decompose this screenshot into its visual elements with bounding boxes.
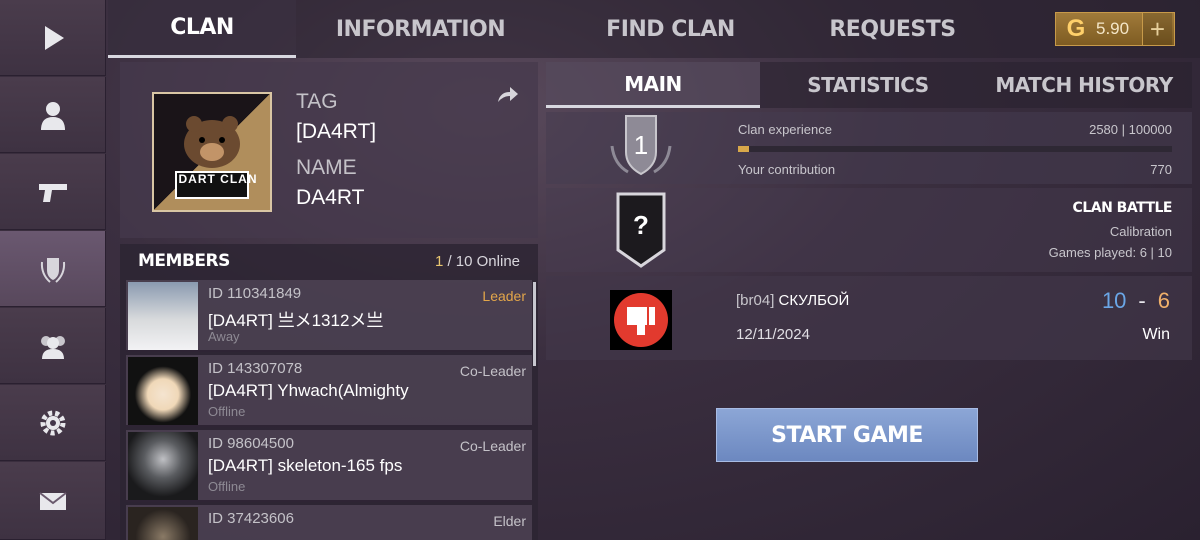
member-role: Elder xyxy=(493,513,526,529)
sidebar-item-settings[interactable] xyxy=(0,385,106,461)
opponent-name: СКУЛБОЙ xyxy=(778,292,850,309)
bear-emblem-icon xyxy=(175,116,249,199)
clan-info-panel: DART CLAN TAG [DA4RT] NAME DA4RT xyxy=(120,62,538,238)
sidebar-item-clan[interactable] xyxy=(0,231,106,307)
group-icon xyxy=(40,335,65,359)
members-title: MEMBERS xyxy=(138,251,230,271)
member-avatar xyxy=(128,507,198,540)
start-game-button[interactable]: START GAME xyxy=(716,408,978,462)
experience-progress-bar xyxy=(738,146,1172,152)
tab-requests[interactable]: REQUESTS xyxy=(780,0,1005,58)
sidebar xyxy=(0,0,106,540)
sidebar-item-friends[interactable] xyxy=(0,308,106,384)
level-shield-icon: 1 xyxy=(610,115,672,176)
clan-battle-games: Games played: 6 | 10 xyxy=(1048,245,1172,260)
name-label: NAME xyxy=(296,156,357,179)
currency-balance: G 5.90 + xyxy=(1055,12,1175,46)
experience-value: 2580 | 100000 xyxy=(1089,122,1172,137)
clan-battle-panel: ? CLAN BATTLE Calibration Games played: … xyxy=(546,188,1192,272)
contribution-value: 770 xyxy=(1150,162,1172,177)
pistol-icon xyxy=(38,183,67,202)
match-result: Win xyxy=(1142,326,1170,343)
member-name: [DA4RT] Yhwach(Almighty xyxy=(208,381,409,400)
tab-match-history[interactable]: MATCH HISTORY xyxy=(976,62,1192,108)
member-row[interactable]: ID 37423606 Elder xyxy=(126,505,532,540)
clan-subtab-bar: MAIN STATISTICS MATCH HISTORY xyxy=(546,62,1192,108)
tag-label: TAG xyxy=(296,90,338,113)
experience-label: Clan experience xyxy=(738,122,832,137)
opponent-tag: [br04] xyxy=(736,292,775,309)
opponent-clan: [br04] СКУЛБОЙ xyxy=(736,292,849,309)
person-icon xyxy=(40,101,65,130)
members-scrollbar[interactable] xyxy=(533,282,536,366)
clan-level: 1 xyxy=(634,130,648,160)
tab-information[interactable]: INFORMATION xyxy=(308,0,533,58)
member-name: [DA4RT] skeleton-165 fps xyxy=(208,456,403,475)
member-name: [DA4RT] 亗メ1312メ亗 xyxy=(208,311,384,330)
gold-coin-icon: G xyxy=(1066,15,1086,42)
clan-battle-status: Calibration xyxy=(1109,224,1172,239)
online-total: / 10 Online xyxy=(447,252,520,270)
member-avatar xyxy=(128,282,198,350)
clan-battle-title: CLAN BATTLE xyxy=(1072,200,1173,216)
clan-logo-text: DART CLAN xyxy=(178,172,258,186)
member-id: ID 110341849 xyxy=(208,285,302,302)
tab-statistics[interactable]: STATISTICS xyxy=(760,62,976,108)
contribution-label: Your contribution xyxy=(738,162,836,177)
thumbs-down-icon xyxy=(614,293,668,347)
tab-find-clan[interactable]: FIND CLAN xyxy=(558,0,783,58)
experience-progress-fill xyxy=(738,146,750,152)
member-status: Offline xyxy=(208,479,246,494)
member-role: Leader xyxy=(482,288,526,304)
tab-main[interactable]: MAIN xyxy=(546,62,760,108)
clan-name: DA4RT xyxy=(296,186,365,209)
add-currency-button[interactable]: + xyxy=(1142,13,1172,45)
shield-laurel-icon xyxy=(40,257,65,283)
member-row[interactable]: ID 110341849 [DA4RT] 亗メ1312メ亗 Away Leade… xyxy=(126,280,532,352)
clan-tag: [DA4RT] xyxy=(296,120,377,143)
tab-clan[interactable]: CLAN xyxy=(108,0,296,58)
envelope-icon xyxy=(38,491,67,510)
member-avatar xyxy=(128,432,198,500)
gear-icon xyxy=(40,410,65,435)
last-match-panel[interactable]: [br04] СКУЛБОЙ 12/11/2024 10 - 6 Win xyxy=(546,276,1192,360)
calibration-badge-text: ? xyxy=(633,210,649,240)
member-status: Offline xyxy=(208,404,246,419)
member-id: ID 143307078 xyxy=(208,360,303,377)
match-score: 10 - 6 xyxy=(1102,288,1170,314)
clan-experience-panel: 1 Clan experience 2580 | 100000 Your con… xyxy=(546,112,1192,184)
calibration-badge-icon: ? xyxy=(616,192,666,268)
member-row[interactable]: ID 143307078 [DA4RT] Yhwach(Almighty Off… xyxy=(126,355,532,427)
sidebar-item-weapons[interactable] xyxy=(0,154,106,230)
member-id: ID 37423606 xyxy=(208,510,294,527)
online-count: 1 xyxy=(434,252,444,270)
sidebar-item-play[interactable] xyxy=(0,0,106,76)
member-row[interactable]: ID 98604500 [DA4RT] skeleton-165 fps Off… xyxy=(126,430,532,502)
members-panel: MEMBERS 1 / 10 Online ID 110341849 [DA4R… xyxy=(120,244,538,540)
match-date: 12/11/2024 xyxy=(736,326,810,343)
members-header: MEMBERS 1 / 10 Online xyxy=(120,244,538,278)
member-id: ID 98604500 xyxy=(208,435,294,452)
member-role: Co-Leader xyxy=(459,438,526,454)
sidebar-item-profile[interactable] xyxy=(0,77,106,153)
online-counter: 1 / 10 Online xyxy=(435,253,520,270)
sidebar-item-mail[interactable] xyxy=(0,462,106,540)
opponent-clan-logo xyxy=(610,290,672,350)
member-avatar xyxy=(128,357,198,425)
clan-logo xyxy=(152,92,272,212)
play-icon xyxy=(44,25,64,50)
own-score: 10 xyxy=(1101,288,1127,313)
top-tab-bar: CLAN INFORMATION FIND CLAN REQUESTS xyxy=(108,0,1200,58)
currency-amount: 5.90 xyxy=(1096,19,1130,38)
score-separator: - xyxy=(1138,288,1146,313)
member-role: Co-Leader xyxy=(459,363,526,379)
member-status: Away xyxy=(208,329,240,344)
opponent-score: 6 xyxy=(1157,288,1170,313)
share-icon[interactable] xyxy=(496,84,520,104)
